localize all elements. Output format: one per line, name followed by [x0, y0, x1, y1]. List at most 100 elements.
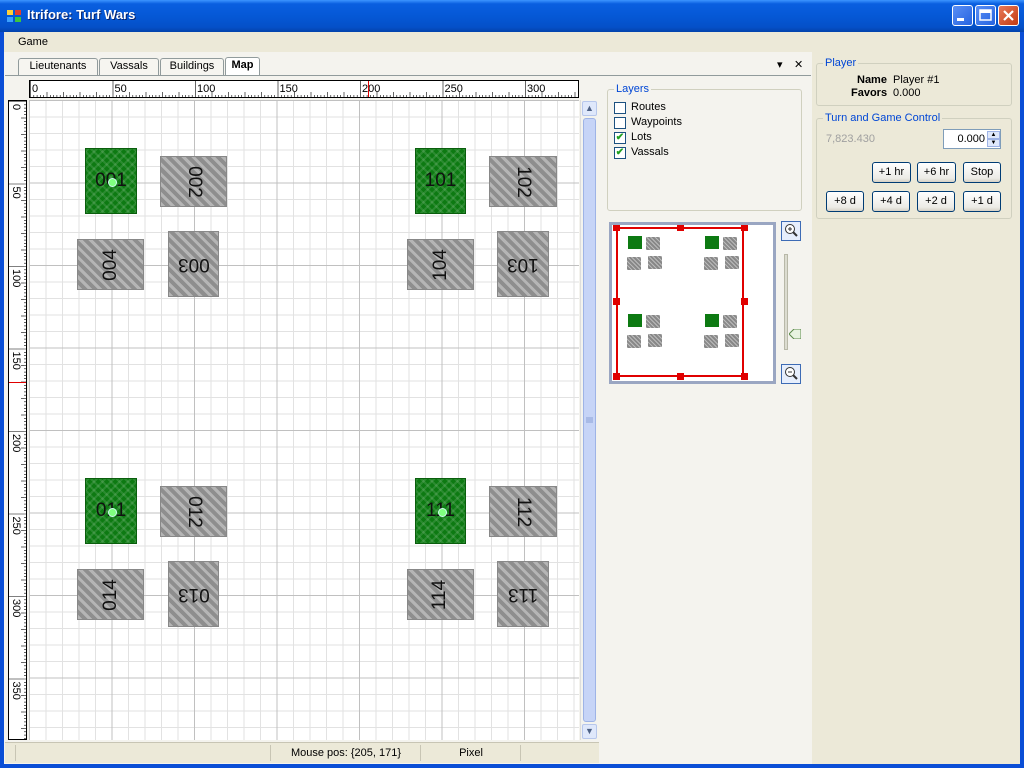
map-lot[interactable]: 101: [415, 148, 466, 214]
tab-lieutenants[interactable]: Lieutenants: [18, 58, 98, 75]
map-lot[interactable]: 013: [168, 561, 219, 627]
scroll-up-button[interactable]: ▲: [582, 101, 597, 116]
lot-label: 014: [99, 578, 121, 611]
menu-bar: Game: [4, 32, 1020, 53]
map-status-bar: Mouse pos: {205, 171} Pixel: [5, 742, 599, 763]
map-lot[interactable]: 113: [497, 561, 549, 627]
maximize-button[interactable]: [975, 5, 996, 26]
ruler-left-label: 200: [10, 434, 22, 452]
viewport-handle[interactable]: [677, 373, 684, 380]
lot-label: 003: [177, 254, 210, 275]
tab-buildings[interactable]: Buildings: [160, 58, 224, 75]
zoom-in-button[interactable]: [781, 221, 801, 241]
lot-label: 104: [429, 248, 451, 281]
map-lot[interactable]: 012: [160, 486, 227, 537]
map-vertical-scrollbar[interactable]: ▲ ▼: [580, 100, 597, 740]
lot-label: 103: [507, 254, 539, 275]
viewport-handle[interactable]: [677, 225, 684, 231]
vassal-marker[interactable]: [108, 178, 117, 187]
minimize-icon: [957, 18, 964, 21]
player-group: Player Name Player #1 Favors 0.000: [816, 57, 1012, 106]
tab-close-icon[interactable]: ✕: [794, 58, 803, 71]
lot-label: 002: [183, 165, 205, 198]
ruler-left: 0 50 100 150 200 250 300 350: [8, 100, 27, 740]
advance-6hr-button[interactable]: +6 hr: [917, 162, 956, 183]
lot-label: 013: [177, 584, 210, 605]
player-favors-value: 0.000: [893, 87, 921, 99]
close-button[interactable]: [998, 5, 1019, 26]
zoom-slider-track[interactable]: [784, 254, 788, 350]
viewport-handle[interactable]: [613, 225, 620, 231]
viewport-handle[interactable]: [741, 225, 748, 231]
ruler-left-label: 300: [10, 599, 22, 617]
spinner-down-button[interactable]: ▼: [987, 139, 1000, 147]
spinner-up-button[interactable]: ▲: [987, 131, 1000, 139]
map-canvas[interactable]: 001 002 003 004 101 102 103 104 011 012 013 014 111 1…: [29, 100, 579, 740]
viewport-handle[interactable]: [613, 373, 620, 380]
layer-label[interactable]: Routes: [631, 101, 666, 113]
ruler-top-label: 0: [32, 83, 38, 95]
map-lot[interactable]: 002: [160, 156, 227, 207]
map-lot[interactable]: 103: [497, 231, 549, 297]
ruler-left-label: 100: [10, 269, 22, 287]
advance-8d-button[interactable]: +8 d: [826, 191, 864, 212]
player-name-label: Name: [857, 74, 887, 86]
map-lot[interactable]: 114: [407, 569, 474, 620]
slider-thumb-icon: [788, 328, 802, 340]
tab-vassals[interactable]: Vassals: [99, 58, 159, 75]
stop-button[interactable]: Stop: [963, 162, 1001, 183]
minimap[interactable]: [609, 222, 776, 384]
advance-2d-button[interactable]: +2 d: [917, 191, 955, 212]
tab-map[interactable]: Map: [225, 57, 260, 75]
window-frame-right: [1020, 32, 1024, 768]
menu-game[interactable]: Game: [18, 36, 48, 48]
ruler-left-label: 50: [10, 187, 22, 199]
ruler-top-label: 300: [527, 83, 545, 95]
map-lot[interactable]: 112: [489, 486, 557, 537]
map-lot[interactable]: 003: [168, 231, 219, 297]
map-lot[interactable]: 104: [407, 239, 474, 290]
layer-checkbox-lots[interactable]: ✔: [614, 132, 626, 144]
ruler-left-label: 350: [10, 682, 22, 700]
advance-1d-button[interactable]: +1 d: [963, 191, 1001, 212]
advance-4d-button[interactable]: +4 d: [872, 191, 910, 212]
vassal-marker[interactable]: [437, 508, 447, 517]
map-lot[interactable]: 111: [415, 478, 466, 544]
vassal-marker[interactable]: [108, 508, 117, 517]
ruler-top: 0 50 100 150 200 250 300: [29, 80, 579, 98]
scroll-thumb[interactable]: [583, 118, 596, 722]
layer-label[interactable]: Waypoints: [631, 116, 682, 128]
layer-checkbox-vassals[interactable]: ✔: [614, 147, 626, 159]
map-lot[interactable]: 011: [85, 478, 137, 544]
player-favors-label: Favors: [851, 87, 888, 99]
advance-1hr-button[interactable]: +1 hr: [872, 162, 911, 183]
time-step-spinner[interactable]: 0.000 ▲ ▼: [943, 129, 1001, 149]
window-title: Itrifore: Turf Wars: [27, 7, 136, 22]
viewport-handle[interactable]: [613, 298, 620, 305]
layer-checkbox-routes[interactable]: [614, 102, 626, 114]
map-lot[interactable]: 102: [489, 156, 557, 207]
zoom-out-button[interactable]: [781, 364, 801, 384]
scroll-down-button[interactable]: ▼: [582, 724, 597, 739]
layer-label[interactable]: Vassals: [631, 146, 669, 158]
lot-label: 112: [512, 496, 534, 527]
zoom-slider-thumb[interactable]: [788, 328, 802, 340]
viewport-handle[interactable]: [741, 373, 748, 380]
layer-label[interactable]: Lots: [631, 131, 652, 143]
map-lot[interactable]: 014: [77, 569, 144, 620]
minimap-viewport-frame[interactable]: [616, 227, 744, 377]
app-icon: [6, 8, 22, 24]
viewport-handle[interactable]: [741, 298, 748, 305]
title-bar[interactable]: Itrifore: Turf Wars: [0, 0, 1024, 32]
zoom-out-icon: [785, 367, 798, 380]
maximize-icon: [979, 9, 992, 21]
spinner-value[interactable]: 0.000: [947, 133, 985, 145]
lot-label: 101: [424, 170, 457, 191]
minimize-button[interactable]: [952, 5, 973, 26]
ruler-top-label: 100: [197, 83, 215, 95]
map-lot[interactable]: 004: [77, 239, 144, 290]
layer-checkbox-waypoints[interactable]: [614, 117, 626, 129]
tab-list-dropdown-icon[interactable]: ▾: [777, 58, 783, 71]
lot-label: 114: [429, 579, 451, 610]
map-lot[interactable]: 001: [85, 148, 137, 214]
